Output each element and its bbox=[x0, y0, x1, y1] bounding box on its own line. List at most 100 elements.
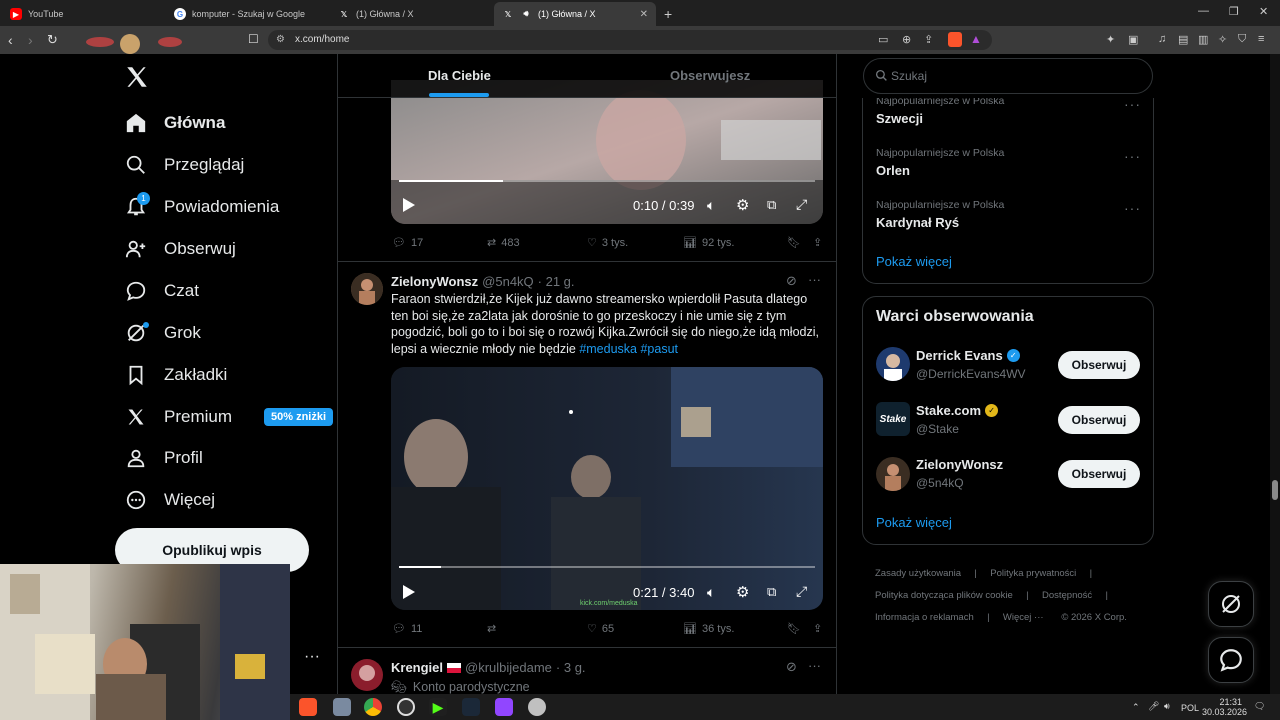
pip-icon[interactable]: ⧉ bbox=[767, 197, 776, 213]
sidebar-toggle-icon[interactable]: ▣ bbox=[1128, 33, 1138, 46]
tweet-time[interactable]: · 3 g. bbox=[556, 660, 586, 675]
minimize-button[interactable]: — bbox=[1198, 5, 1209, 17]
nav-item-home[interactable]: Główna bbox=[124, 106, 225, 140]
like-button[interactable]: ♡ 3 tys. bbox=[587, 236, 683, 250]
file-explorer-icon[interactable] bbox=[333, 698, 351, 716]
menu-icon[interactable]: ≡ bbox=[1258, 33, 1264, 45]
nav-item-grok[interactable]: Grok bbox=[124, 316, 201, 350]
grok-float-button[interactable] bbox=[1208, 581, 1254, 627]
wto-show-more-link[interactable]: Pokaż więcej bbox=[876, 515, 952, 530]
nav-item-follow[interactable]: Obserwuj bbox=[124, 232, 236, 266]
trends-show-more-link[interactable]: Pokaż więcej bbox=[876, 254, 952, 269]
video-progress-track[interactable] bbox=[399, 180, 815, 182]
bookmark-page-icon[interactable]: ☐ bbox=[248, 32, 259, 46]
nav-item-profile[interactable]: Profil bbox=[124, 441, 203, 475]
nav-item-chat[interactable]: Czat bbox=[124, 274, 199, 308]
page-scrollbar[interactable] bbox=[1270, 54, 1280, 694]
trend-more-icon[interactable]: ··· bbox=[1124, 96, 1141, 112]
footer-link[interactable]: Zasady użytkowania bbox=[875, 568, 961, 579]
settings-icon[interactable]: ⚙ bbox=[736, 196, 749, 214]
trend-item[interactable]: Najpopularniejsze w Polska Szwecji bbox=[876, 95, 1004, 126]
wto-item[interactable]: Derrick Evans ✓ @DerrickEvans4WV bbox=[916, 348, 1026, 381]
bookmark-button[interactable]: 🔖︎ bbox=[787, 236, 813, 249]
views-button[interactable]: 📊︎ 36 tys. bbox=[683, 622, 787, 636]
bookmark-button[interactable]: 🔖︎ bbox=[787, 622, 813, 635]
more-options-icon[interactable]: ··· bbox=[808, 272, 821, 287]
app-icon[interactable] bbox=[495, 698, 513, 716]
trend-item[interactable]: Najpopularniejsze w Polska Kardynał Ryś bbox=[876, 199, 1004, 230]
fullscreen-icon[interactable]: ⤢ bbox=[796, 583, 807, 600]
settings-icon[interactable]: ⚙ bbox=[736, 583, 749, 601]
author-name[interactable]: ZielonyWonsz bbox=[391, 274, 478, 289]
stake-logo-icon[interactable]: Stake bbox=[876, 402, 910, 436]
trend-more-icon[interactable]: ··· bbox=[1124, 148, 1141, 164]
share-icon[interactable]: ⇪ bbox=[924, 33, 933, 46]
clock[interactable]: 21:31 30.03.2026 bbox=[1202, 697, 1247, 717]
reading-list-icon[interactable]: ▤ bbox=[1178, 33, 1188, 46]
new-tab-button[interactable]: + bbox=[664, 6, 672, 22]
trend-more-icon[interactable]: ··· bbox=[1124, 200, 1141, 216]
cast-icon[interactable]: ▭ bbox=[878, 33, 888, 46]
reload-icon[interactable]: ↻ bbox=[47, 32, 58, 48]
chrome-icon[interactable] bbox=[364, 698, 382, 716]
footer-link[interactable]: Informacja o reklamach bbox=[875, 612, 974, 623]
footer-link[interactable]: Polityka dotycząca plików cookie bbox=[875, 590, 1013, 601]
volume-icon[interactable]: 🔈︎ bbox=[707, 584, 715, 601]
volume-tray-icon[interactable]: 🔊︎ bbox=[1164, 701, 1170, 712]
forward-icon[interactable]: › bbox=[28, 32, 33, 48]
footer-link[interactable]: Polityka prywatności bbox=[990, 568, 1076, 579]
tab-for-you[interactable]: Dla Ciebie bbox=[428, 68, 491, 83]
author-name[interactable]: Krengiel bbox=[391, 660, 443, 675]
steam-icon[interactable] bbox=[462, 698, 480, 716]
tweet-video-player[interactable] bbox=[391, 367, 823, 610]
brave-shield-icon[interactable] bbox=[948, 32, 962, 47]
follow-button[interactable]: Obserwuj bbox=[1058, 351, 1140, 379]
tab-following[interactable]: Obserwujesz bbox=[670, 68, 750, 83]
footer-more-link[interactable]: Więcej ··· bbox=[1003, 612, 1044, 623]
author-handle[interactable]: @krulbijedame bbox=[465, 660, 552, 675]
avatar[interactable] bbox=[351, 659, 383, 691]
repost-button[interactable]: ⇄ bbox=[487, 622, 587, 635]
wto-item[interactable]: ZielonyWonsz @5n4kQ bbox=[916, 457, 1003, 490]
site-info-icon[interactable]: ⚙ bbox=[276, 34, 285, 45]
close-window-button[interactable]: ✕ bbox=[1259, 5, 1268, 18]
browser-tab-google[interactable]: G komputer - Szukaj w Google bbox=[166, 2, 328, 26]
vpn-icon[interactable]: ⛉ bbox=[1238, 33, 1246, 46]
mic-icon[interactable]: 🎤︎ bbox=[1148, 701, 1159, 712]
reply-button[interactable]: 💬︎ 11 bbox=[392, 622, 487, 636]
notification-center-icon[interactable]: 🗨︎ bbox=[1254, 701, 1265, 712]
share-button[interactable]: ⇪ bbox=[813, 236, 822, 249]
more-options-icon[interactable]: ··· bbox=[808, 658, 821, 673]
volume-icon[interactable]: 🔈︎ bbox=[707, 197, 715, 214]
play-icon[interactable] bbox=[402, 584, 416, 600]
avatar[interactable] bbox=[876, 457, 910, 491]
avatar[interactable] bbox=[351, 273, 383, 305]
reply-button[interactable]: 💬︎ 17 bbox=[392, 236, 487, 250]
nav-item-bookmarks[interactable]: Zakładki bbox=[124, 358, 227, 392]
trend-item[interactable]: Najpopularniejsze w Polska Orlen bbox=[876, 147, 1004, 178]
tweet-time[interactable]: · 21 g. bbox=[538, 274, 575, 289]
restore-button[interactable]: ❐ bbox=[1229, 5, 1239, 18]
footer-link[interactable]: Dostępność bbox=[1042, 590, 1092, 601]
media-icon[interactable]: ♫ bbox=[1158, 33, 1166, 45]
extensions-icon[interactable]: ✦ bbox=[1106, 33, 1115, 46]
views-button[interactable]: 📊︎ 92 tys. bbox=[683, 236, 787, 250]
browser-tab-x-active[interactable]: 𝕏 🔊︎ (1) Główna / X ✕ bbox=[494, 2, 656, 26]
scrollbar-thumb[interactable] bbox=[1272, 480, 1278, 500]
brave-rewards-icon[interactable]: ▲ bbox=[970, 32, 982, 46]
hashtags-link[interactable]: #meduska #pasut bbox=[579, 342, 678, 356]
language-indicator[interactable]: POL bbox=[1181, 703, 1199, 713]
play-icon[interactable] bbox=[402, 197, 416, 213]
nav-item-explore[interactable]: Przeglądaj bbox=[124, 148, 244, 182]
author-handle[interactable]: @5n4kQ bbox=[482, 274, 534, 289]
browser-tab-x-1[interactable]: 𝕏 (1) Główna / X bbox=[330, 2, 492, 26]
app-icon[interactable] bbox=[528, 698, 546, 716]
zoom-icon[interactable]: ⊕ bbox=[902, 33, 911, 46]
nav-item-notifications[interactable]: 1 Powiadomienia bbox=[124, 190, 279, 224]
grok-icon[interactable]: ⊘ bbox=[786, 659, 797, 675]
fullscreen-icon[interactable]: ⤢ bbox=[796, 196, 807, 213]
ai-icon[interactable]: ✧ bbox=[1218, 33, 1227, 46]
wto-item[interactable]: Stake.com ✓ @Stake bbox=[916, 403, 999, 436]
tray-chevron-icon[interactable]: ⌃ bbox=[1132, 702, 1140, 713]
brave-taskbar-icon[interactable] bbox=[299, 698, 317, 716]
